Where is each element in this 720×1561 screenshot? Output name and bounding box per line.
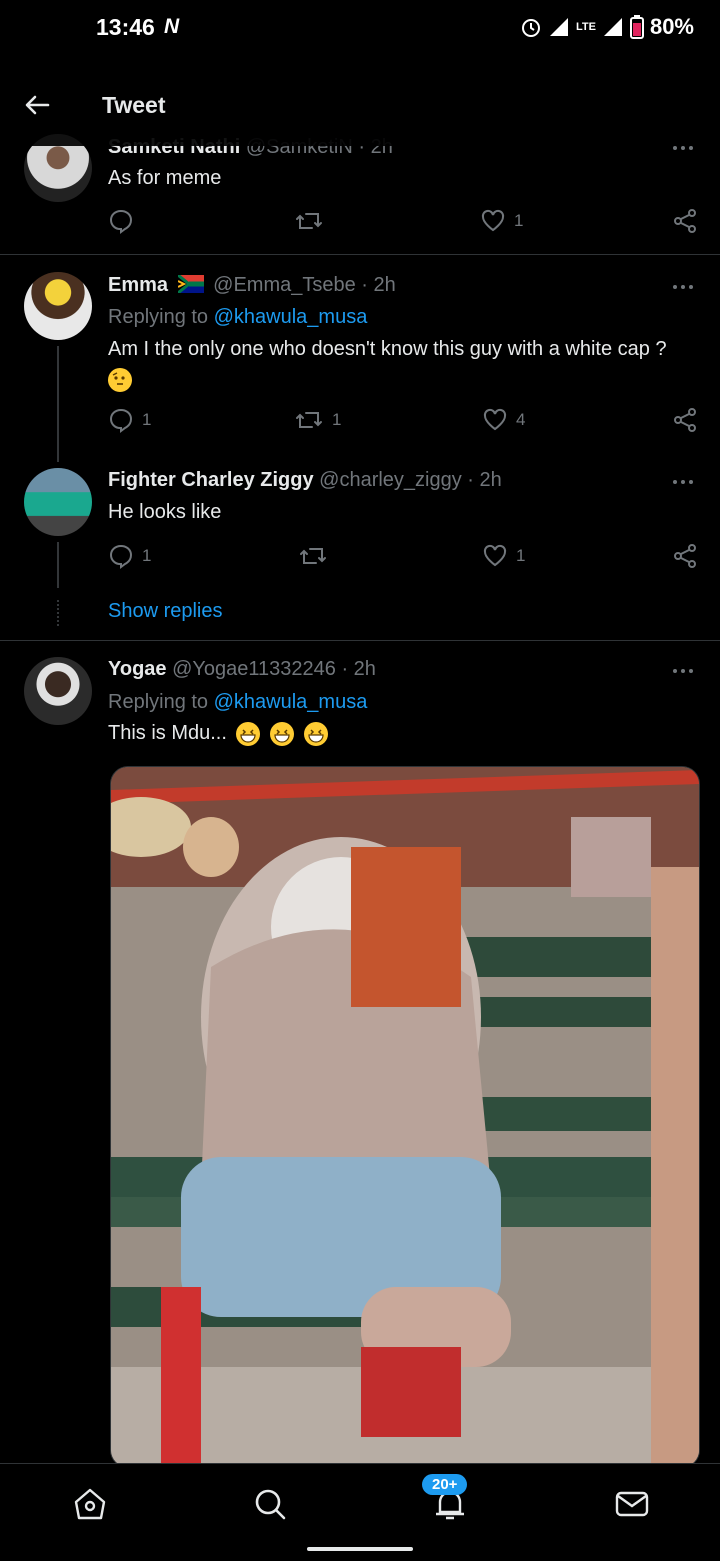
reply-icon bbox=[109, 209, 133, 234]
reply-icon bbox=[109, 408, 133, 433]
share-icon bbox=[674, 408, 696, 432]
retweet-button[interactable] bbox=[298, 543, 336, 569]
thinking-face-icon bbox=[108, 367, 132, 392]
signal-icon-2 bbox=[603, 18, 622, 36]
share-button[interactable] bbox=[672, 543, 698, 569]
reply-button[interactable] bbox=[108, 208, 142, 234]
heart-icon bbox=[483, 408, 507, 431]
reply-icon bbox=[109, 544, 133, 569]
tweet-text: He looks like bbox=[108, 501, 222, 523]
grinning-face-icon bbox=[236, 721, 261, 746]
battery-percent: 80% bbox=[649, 14, 694, 39]
avatar[interactable] bbox=[24, 657, 92, 725]
handle: @Emma_Tsebe · 2h bbox=[213, 274, 396, 296]
status-bar: 13:46 N LTE 80% bbox=[0, 0, 720, 62]
like-button[interactable]: 1 bbox=[480, 208, 523, 234]
grinning-face-icon bbox=[303, 721, 328, 746]
handle: @Yogae11332246 · 2h bbox=[172, 658, 376, 680]
retweet-icon bbox=[300, 548, 326, 564]
tweet-actions: 1 1 4 bbox=[108, 407, 698, 437]
thread-line bbox=[57, 542, 59, 588]
search-icon[interactable] bbox=[250, 1484, 290, 1524]
avatar[interactable] bbox=[24, 272, 92, 340]
carrier-n-icon: N bbox=[164, 15, 180, 38]
replying-to: Replying to @khawula_musa bbox=[108, 306, 368, 328]
show-replies-link[interactable]: Show replies bbox=[108, 600, 223, 623]
share-icon bbox=[674, 209, 696, 233]
network-type: LTE bbox=[575, 21, 596, 33]
more-options-icon[interactable] bbox=[672, 478, 694, 486]
more-options-icon[interactable] bbox=[672, 667, 694, 675]
share-icon bbox=[674, 544, 696, 568]
tweet-text: As for meme bbox=[108, 167, 222, 189]
tweet-text: This is Mdu... bbox=[108, 718, 700, 748]
signal-icon bbox=[549, 18, 568, 36]
mention-link[interactable]: @khawula_musa bbox=[214, 691, 368, 713]
heart-icon bbox=[483, 544, 507, 567]
messages-envelope-icon[interactable] bbox=[612, 1484, 652, 1524]
home-icon[interactable] bbox=[70, 1484, 110, 1524]
retweet-icon bbox=[296, 412, 322, 428]
page-title: Tweet bbox=[102, 92, 166, 118]
status-time: 13:46 bbox=[96, 14, 155, 40]
notifications-badge: 20+ bbox=[422, 1474, 468, 1495]
divider bbox=[0, 640, 720, 641]
handle: @charley_ziggy · 2h bbox=[319, 469, 502, 491]
tweet-actions: 1 bbox=[108, 208, 698, 238]
home-indicator[interactable] bbox=[307, 1547, 413, 1551]
back-arrow-icon[interactable] bbox=[22, 90, 52, 120]
alarm-icon bbox=[521, 19, 540, 37]
tweet-photo[interactable] bbox=[110, 766, 700, 1468]
tweet-actions: 1 1 bbox=[108, 543, 698, 573]
display-name[interactable]: Yogae bbox=[108, 658, 167, 680]
avatar[interactable] bbox=[24, 468, 92, 536]
like-button[interactable]: 1 bbox=[482, 543, 525, 569]
like-button[interactable]: 4 bbox=[482, 407, 525, 433]
tweet-text: Am I the only one who doesn't know this … bbox=[108, 334, 700, 394]
share-button[interactable] bbox=[672, 407, 698, 433]
more-options-icon[interactable] bbox=[672, 283, 694, 291]
south-africa-flag-icon bbox=[176, 273, 204, 295]
heart-icon bbox=[481, 209, 505, 232]
display-name[interactable]: Emma bbox=[108, 274, 168, 296]
divider bbox=[0, 254, 720, 255]
grinning-face-icon bbox=[270, 721, 295, 746]
reply-button[interactable]: 1 bbox=[108, 543, 151, 569]
replying-to: Replying to @khawula_musa bbox=[108, 691, 368, 713]
thread-dots bbox=[57, 600, 61, 626]
photo-image bbox=[111, 767, 699, 1467]
share-button[interactable] bbox=[672, 208, 698, 234]
mention-link[interactable]: @khawula_musa bbox=[214, 306, 368, 328]
retweet-icon bbox=[296, 213, 322, 229]
retweet-button[interactable]: 1 bbox=[294, 407, 341, 433]
retweet-button[interactable] bbox=[294, 208, 332, 234]
top-bar: Tweet bbox=[0, 62, 720, 146]
reply-button[interactable]: 1 bbox=[108, 407, 151, 433]
thread-line bbox=[57, 346, 59, 462]
battery-icon bbox=[629, 15, 644, 39]
display-name[interactable]: Fighter Charley Ziggy bbox=[108, 469, 314, 491]
